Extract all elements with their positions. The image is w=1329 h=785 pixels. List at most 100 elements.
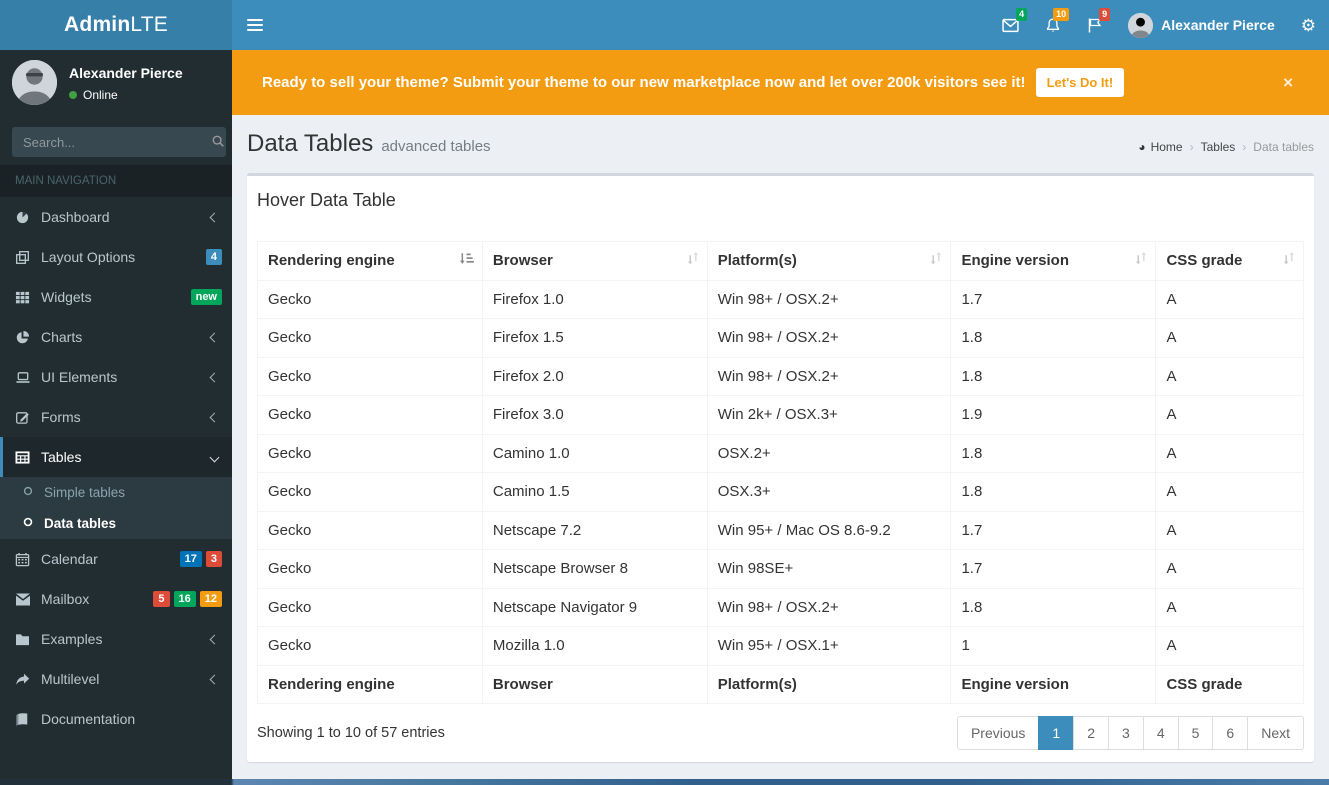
book-icon xyxy=(15,712,41,727)
table-row[interactable]: Gecko Netscape 7.2 Win 95+ / Mac OS 8.6-9.… xyxy=(257,510,1304,550)
sidebar-item-data-tables[interactable]: Data tables xyxy=(0,508,232,539)
content-header: Data Tables advanced tables ◕ Home › Tab… xyxy=(232,115,1329,173)
table-row[interactable]: Gecko Firefox 3.0 Win 2k+ / OSX.3+ 1.9 A xyxy=(257,395,1304,435)
table-row[interactable]: Gecko Mozilla 1.0 Win 95+ / OSX.1+ 1 A xyxy=(257,626,1304,666)
column-header-platforms[interactable]: Platform(s) xyxy=(706,241,952,281)
notifications-menu[interactable]: 10 xyxy=(1032,0,1074,50)
widgets-icon xyxy=(15,290,41,305)
search-button[interactable] xyxy=(210,127,226,157)
layout-options-badge: 4 xyxy=(205,249,222,265)
app-logo[interactable]: AdminLTE xyxy=(0,0,232,50)
ui-elements-icon xyxy=(15,370,41,385)
calendar-badge-red: 3 xyxy=(205,551,222,567)
pagination-next[interactable]: Next xyxy=(1247,716,1304,750)
table-row[interactable]: Gecko Firefox 1.5 Win 98+ / OSX.2+ 1.8 A xyxy=(257,318,1304,358)
marketplace-banner: Ready to sell your theme? Submit your th… xyxy=(232,50,1329,115)
banner-text: Ready to sell your theme? Submit your th… xyxy=(262,74,1026,91)
tasks-menu[interactable]: 9 xyxy=(1074,0,1115,50)
tables-submenu: Simple tables Data tables xyxy=(0,477,232,539)
table-row[interactable]: Gecko Firefox 2.0 Win 98+ / OSX.2+ 1.8 A xyxy=(257,356,1304,396)
column-header-css-grade[interactable]: CSS grade xyxy=(1155,241,1304,281)
table-row[interactable]: Gecko Camino 1.0 OSX.2+ 1.8 A xyxy=(257,433,1304,473)
chevron-left-icon xyxy=(209,332,220,342)
hover-data-table-box: Hover Data Table Rendering engine Browse… xyxy=(247,173,1314,762)
mailbox-badge-red: 5 xyxy=(153,591,170,607)
pagination-page-6[interactable]: 6 xyxy=(1212,716,1249,750)
banner-cta-button[interactable]: Let's Do It! xyxy=(1035,68,1125,97)
mailbox-badge-green: 16 xyxy=(173,591,196,607)
page-title: Data Tables xyxy=(247,130,374,157)
sort-both-icon xyxy=(930,251,942,271)
pagination-page-2[interactable]: 2 xyxy=(1073,716,1110,750)
online-dot-icon xyxy=(69,91,77,99)
sidebar-user-avatar xyxy=(12,60,57,105)
pagination-page-3[interactable]: 3 xyxy=(1108,716,1144,750)
control-sidebar-toggle[interactable]: ⚙ xyxy=(1288,0,1329,50)
chevron-left-icon xyxy=(209,212,220,222)
widgets-badge: new xyxy=(190,289,222,305)
folder-icon xyxy=(15,633,41,646)
chevron-left-icon xyxy=(209,674,220,684)
sort-asc-icon xyxy=(459,251,474,271)
pagination-previous[interactable]: Previous xyxy=(956,716,1040,750)
sidebar-item-ui-elements[interactable]: UI Elements xyxy=(0,357,232,397)
user-status[interactable]: Online xyxy=(69,88,183,102)
sidebar-item-layout-options[interactable]: Layout Options 4 xyxy=(0,237,232,277)
user-avatar xyxy=(1128,12,1154,38)
sidebar-item-simple-tables[interactable]: Simple tables xyxy=(0,477,232,508)
pagination-page-4[interactable]: 4 xyxy=(1142,716,1179,750)
search-icon xyxy=(211,134,225,151)
messages-badge: 4 xyxy=(1016,8,1028,21)
sidebar-item-documentation[interactable]: Documentation xyxy=(0,699,232,739)
table-footer-row: Rendering engine Browser Platform(s) Eng… xyxy=(257,664,1304,704)
calendar-icon xyxy=(15,552,41,567)
top-navbar: 4 10 9 Alexander Pierce ⚙ xyxy=(232,0,1329,50)
table-row[interactable]: Gecko Netscape Browser 8 Win 98SE+ 1.7 A xyxy=(257,549,1304,589)
sidebar-menu: Dashboard Layout Options 4 Widgets new C… xyxy=(0,197,232,739)
breadcrumb-current: Data tables xyxy=(1253,140,1314,154)
box-body: Rendering engine Browser Platform(s) Eng… xyxy=(247,221,1314,762)
content-wrapper: Ready to sell your theme? Submit your th… xyxy=(232,50,1329,785)
sidebar-item-dashboard[interactable]: Dashboard xyxy=(0,197,232,237)
column-header-browser[interactable]: Browser xyxy=(481,241,708,281)
sidebar-item-forms[interactable]: Forms xyxy=(0,397,232,437)
user-name: Alexander Pierce xyxy=(1161,17,1275,33)
box-header: Hover Data Table xyxy=(247,176,1314,221)
table-row[interactable]: Gecko Netscape Navigator 9 Win 98+ / OSX.2… xyxy=(257,587,1304,627)
chevron-left-icon xyxy=(209,634,220,644)
circle-o-icon xyxy=(22,516,34,531)
table-row[interactable]: Gecko Camino 1.5 OSX.3+ 1.8 A xyxy=(257,472,1304,512)
sidebar-item-charts[interactable]: Charts xyxy=(0,317,232,357)
sidebar-item-widgets[interactable]: Widgets new xyxy=(0,277,232,317)
table-header-row: Rendering engine Browser Platform(s) Eng… xyxy=(257,241,1304,281)
breadcrumb-tables[interactable]: Tables xyxy=(1201,140,1236,154)
mailbox-icon xyxy=(15,593,41,606)
pagination: Previous 1 2 3 4 5 6 Next xyxy=(956,716,1304,750)
pagination-page-5[interactable]: 5 xyxy=(1177,716,1214,750)
user-status-label: Online xyxy=(83,88,118,102)
sidebar-item-multilevel[interactable]: Multilevel xyxy=(0,659,232,699)
column-header-rendering-engine[interactable]: Rendering engine xyxy=(257,241,483,281)
share-icon xyxy=(15,673,41,686)
chevron-left-icon xyxy=(209,372,220,382)
column-header-engine-version[interactable]: Engine version xyxy=(950,241,1157,281)
sidebar-item-tables[interactable]: Tables xyxy=(0,437,232,477)
table-row[interactable]: Gecko Firefox 1.0 Win 98+ / OSX.2+ 1.7 A xyxy=(257,279,1304,319)
pagination-page-1[interactable]: 1 xyxy=(1038,716,1075,750)
breadcrumb-home[interactable]: ◕ Home xyxy=(1138,140,1182,154)
user-menu[interactable]: Alexander Pierce xyxy=(1115,0,1288,50)
sidebar-section-header: MAIN NAVIGATION xyxy=(0,165,232,197)
chevron-left-icon xyxy=(209,412,220,422)
user-panel: Alexander Pierce Online xyxy=(0,50,232,115)
sidebar-toggle-button[interactable] xyxy=(232,0,277,50)
breadcrumb-separator: › xyxy=(1189,140,1194,154)
sidebar-item-examples[interactable]: Examples xyxy=(0,619,232,659)
messages-menu[interactable]: 4 xyxy=(989,0,1032,50)
search-input[interactable] xyxy=(12,127,210,157)
sidebar-item-calendar[interactable]: Calendar 17 3 xyxy=(0,539,232,579)
banner-close-icon[interactable]: × xyxy=(1283,73,1299,93)
sidebar-item-mailbox[interactable]: Mailbox 5 16 12 xyxy=(0,579,232,619)
dashboard-icon xyxy=(15,210,41,225)
logo-light-text: LTE xyxy=(130,13,168,36)
sort-both-icon xyxy=(687,251,699,271)
